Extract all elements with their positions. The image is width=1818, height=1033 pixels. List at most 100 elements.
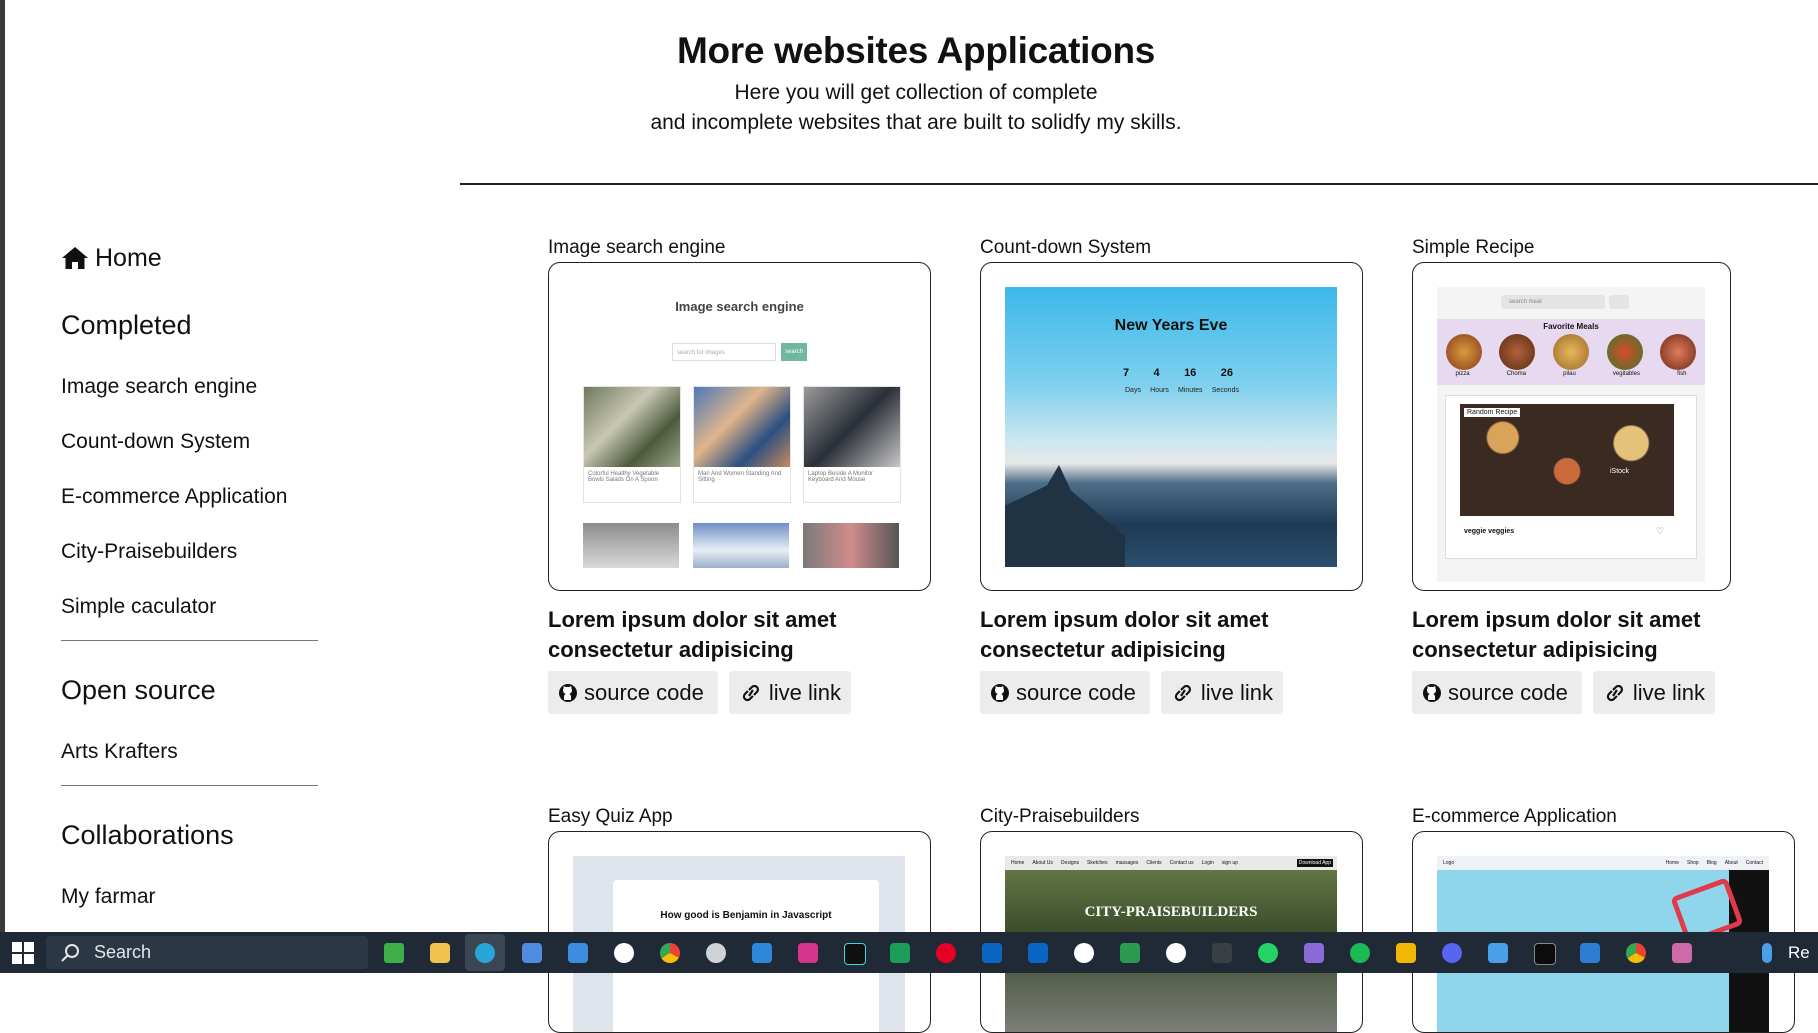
- linkedin-icon[interactable]: [1028, 943, 1048, 963]
- mail-icon[interactable]: [568, 943, 588, 963]
- home-icon: [62, 247, 88, 269]
- chrome-icon[interactable]: [660, 943, 680, 963]
- live-link-button[interactable]: live link: [1161, 671, 1283, 714]
- thumb-caption: Laptop Beside A Monitor Keyboard And Mou…: [808, 471, 874, 483]
- vscode-icon[interactable]: [752, 943, 772, 963]
- photos-icon[interactable]: [1488, 943, 1508, 963]
- thumb-search-button: search: [781, 343, 807, 361]
- whatsapp-icon[interactable]: [1258, 943, 1278, 963]
- search-icon: [61, 943, 79, 962]
- preview-image-search[interactable]: Image search engine search for images se…: [548, 262, 931, 591]
- sidebar-item-ecommerce[interactable]: E-commerce Application: [61, 485, 287, 509]
- sidebar-item-city-praisebuilders[interactable]: City-Praisebuilders: [61, 540, 237, 564]
- card-title: Easy Quiz App: [548, 806, 673, 827]
- settings-icon[interactable]: [706, 943, 726, 963]
- thumb-countdown-heading: New Years Eve: [1114, 317, 1228, 334]
- link-icon: [1174, 684, 1191, 701]
- edge-icon[interactable]: [475, 943, 495, 963]
- sidebar-heading-open-source: Open source: [61, 675, 216, 705]
- terminal-icon[interactable]: [1534, 943, 1556, 965]
- thumb-result-image: [693, 523, 789, 568]
- page-title: More websites Applications: [676, 30, 1156, 71]
- slides-icon[interactable]: [1396, 943, 1416, 963]
- sidebar-heading-collaborations: Collaborations: [61, 820, 234, 850]
- instagram-icon[interactable]: [798, 943, 818, 963]
- windows-start-icon[interactable]: [12, 942, 34, 969]
- node-icon[interactable]: [384, 943, 404, 963]
- google-icon[interactable]: [614, 943, 634, 963]
- sidebar-item-my-farmar[interactable]: My farmar: [61, 885, 156, 909]
- sidebar-item-image-search[interactable]: Image search engine: [61, 375, 257, 399]
- thumb-recipe-search-button: [1609, 295, 1629, 309]
- source-code-button[interactable]: source code: [548, 671, 718, 714]
- thumb-result-card: Laptop Beside A Monitor Keyboard And Mou…: [803, 386, 901, 503]
- github-icon[interactable]: [1074, 943, 1094, 963]
- thumb-random-label: Random Recipe: [1464, 408, 1521, 417]
- sidebar-item-simple-calculator[interactable]: Simple caculator: [61, 595, 216, 619]
- webtoon-icon[interactable]: [890, 943, 910, 963]
- live-link-button[interactable]: live link: [729, 671, 851, 714]
- thumb-city-banner: CITY-PRAISEBUILDERS: [1084, 904, 1258, 920]
- app-icon[interactable]: [1672, 943, 1692, 963]
- thumb-caption: Man And Women Standing And Sitting: [698, 471, 782, 483]
- card-title: E-commerce Application: [1412, 806, 1617, 827]
- thumb-recipe-search: search meal: [1501, 295, 1605, 309]
- github-icon: [1423, 683, 1441, 702]
- thumb-food-spread-image: [1460, 404, 1674, 516]
- sidebar-heading-completed: Completed: [61, 310, 192, 340]
- pinterest-icon[interactable]: [936, 943, 956, 963]
- thumb-recipe-page: search meal Favorite Meals pizza Choma pil…: [1437, 287, 1705, 582]
- tiktok-icon[interactable]: [844, 943, 866, 965]
- thumb-countdown-numbers: 7 4 16 26: [1123, 367, 1233, 379]
- sidebar-item-countdown[interactable]: Count-down System: [61, 430, 250, 454]
- file-explorer-icon[interactable]: [430, 943, 450, 963]
- source-code-button[interactable]: source code: [980, 671, 1150, 714]
- sidebar-home-link[interactable]: Home: [61, 240, 162, 276]
- sidebar-item-arts-krafters[interactable]: Arts Krafters: [61, 740, 178, 764]
- thumb-ecom-nav: Logo Home Shop Blog About Contact: [1437, 856, 1769, 870]
- store-icon[interactable]: [522, 943, 542, 963]
- chrome-icon[interactable]: [1626, 943, 1646, 963]
- app-icon[interactable]: [1212, 943, 1232, 963]
- subtitle-line-2: and incomplete websites that are built t…: [650, 111, 1182, 134]
- preview-recipe[interactable]: search meal Favorite Meals pizza Choma pil…: [1412, 262, 1731, 591]
- thumb-result-card: Man And Women Standing And Sitting: [693, 386, 791, 503]
- window-edge: [0, 0, 5, 932]
- card-title: City-Praisebuilders: [980, 806, 1140, 827]
- app-icon[interactable]: [1304, 943, 1324, 963]
- card-description: Lorem ipsum dolor sit amet consectetur ad…: [548, 607, 837, 662]
- app-icon[interactable]: [1166, 943, 1186, 963]
- link-icon: [742, 684, 759, 701]
- card-description: Lorem ipsum dolor sit amet consectetur ad…: [980, 607, 1269, 662]
- discord-icon[interactable]: [1442, 943, 1462, 963]
- card-title: Image search engine: [548, 237, 726, 258]
- thumb-mountain: [1005, 465, 1125, 567]
- source-code-button[interactable]: source code: [1412, 671, 1582, 714]
- thumb-result-image: [803, 523, 899, 568]
- link-icon: [1606, 684, 1623, 701]
- spotify-icon[interactable]: [1350, 943, 1370, 963]
- heart-icon: ♡: [1656, 526, 1665, 536]
- preview-countdown[interactable]: New Years Eve 7 4 16 26 Days Hours Minutes Sec…: [980, 262, 1363, 591]
- linkedin-icon[interactable]: [982, 943, 1002, 963]
- github-icon: [991, 683, 1009, 702]
- thermometer-icon: [1762, 943, 1772, 963]
- page-header: More websites Applications Here you will…: [400, 30, 1432, 138]
- meet-icon[interactable]: [1120, 943, 1140, 963]
- card-title: Count-down System: [980, 237, 1152, 258]
- thumb-laptop-image: [804, 387, 900, 467]
- subtitle-line-1: Here you will get collection of complete: [734, 81, 1098, 104]
- page-subtitle: Here you will get collection of complete…: [400, 78, 1432, 138]
- github-icon: [559, 683, 577, 702]
- live-link-button[interactable]: live link: [1593, 671, 1715, 714]
- taskbar-weather-text: Re: [1788, 943, 1810, 962]
- sidebar-home-label: Home: [95, 243, 162, 272]
- thumb-countdown-units: Days Hours Minutes Seconds: [1125, 387, 1239, 394]
- app-icon[interactable]: [1580, 943, 1600, 963]
- thumb-heading: Image search engine: [675, 299, 804, 314]
- thumb-random-recipe-card: Random Recipe iStock veggie veggies ♡: [1445, 395, 1697, 559]
- thumb-sky-image: New Years Eve 7 4 16 26 Days Hours Minutes Sec…: [1005, 287, 1337, 567]
- thumb-city-nav: Home About Us Designs Sketches massages Clien…: [1005, 856, 1337, 870]
- card-title: Simple Recipe: [1412, 237, 1535, 258]
- taskbar-search-box[interactable]: Search: [46, 936, 368, 969]
